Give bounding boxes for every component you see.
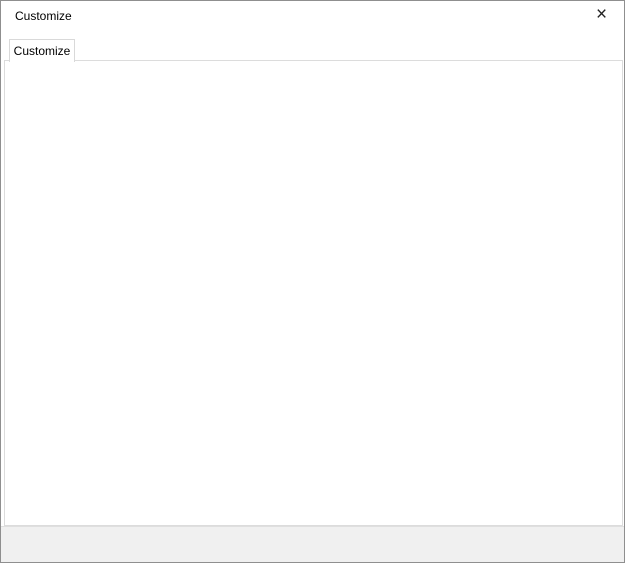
title-bar: Customize × bbox=[1, 1, 624, 31]
close-icon[interactable]: × bbox=[579, 1, 624, 31]
tab-page bbox=[4, 60, 623, 526]
tab-customize[interactable]: Customize bbox=[9, 39, 75, 62]
dialog-title: Customize bbox=[15, 9, 72, 23]
footer-bar: Tamam İptal bbox=[1, 526, 624, 563]
customize-dialog: Customize × Customize Choose commands fr… bbox=[0, 0, 625, 563]
tab-label: Customize bbox=[14, 44, 71, 58]
